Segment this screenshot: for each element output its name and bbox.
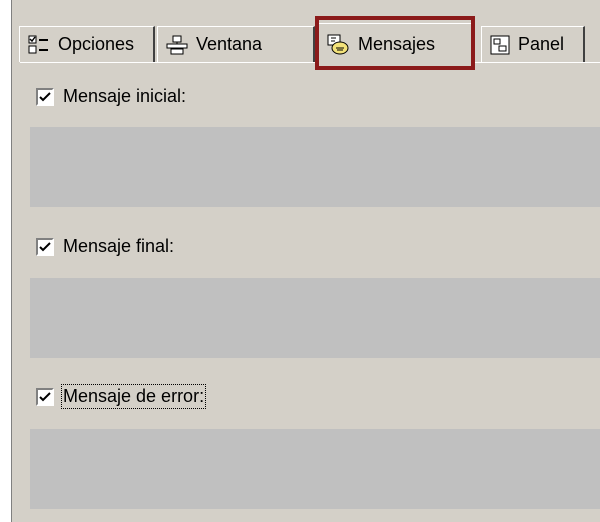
tab-panel[interactable]: Panel bbox=[481, 26, 585, 62]
tab-opciones[interactable]: Opciones bbox=[19, 26, 155, 62]
tab-highlight-box bbox=[315, 16, 475, 70]
error-message-label: Mensaje de error: bbox=[60, 384, 207, 409]
tab-ventana-label: Ventana bbox=[196, 34, 263, 54]
tab-ventana[interactable]: Ventana bbox=[157, 26, 315, 62]
check-mark-icon bbox=[39, 391, 51, 401]
error-message-checkbox-row[interactable]: Mensaje de error: bbox=[36, 384, 207, 409]
check-mark-icon bbox=[39, 241, 51, 251]
error-message-textarea[interactable] bbox=[30, 429, 600, 509]
panel-icon bbox=[490, 35, 510, 55]
tab-strip: Opciones Ventana Mensajes Panel bbox=[19, 23, 600, 65]
tab-panel-label: Panel bbox=[518, 34, 565, 54]
tab-opciones-label: Opciones bbox=[58, 34, 135, 54]
initial-message-label: Mensaje inicial: bbox=[63, 86, 187, 106]
tab-underline bbox=[20, 62, 600, 63]
final-message-checkbox[interactable] bbox=[36, 237, 54, 256]
initial-message-checkbox[interactable] bbox=[36, 87, 54, 106]
initial-message-checkbox-row[interactable]: Mensaje inicial: bbox=[36, 86, 186, 107]
initial-message-textarea[interactable] bbox=[30, 127, 600, 207]
options-list-icon bbox=[28, 35, 50, 55]
final-message-label: Mensaje final: bbox=[63, 236, 175, 256]
check-mark-icon bbox=[39, 91, 51, 101]
final-message-checkbox-row[interactable]: Mensaje final: bbox=[36, 236, 174, 257]
error-message-checkbox[interactable] bbox=[36, 387, 54, 406]
final-message-textarea[interactable] bbox=[30, 278, 600, 358]
window-layout-icon bbox=[166, 35, 188, 55]
